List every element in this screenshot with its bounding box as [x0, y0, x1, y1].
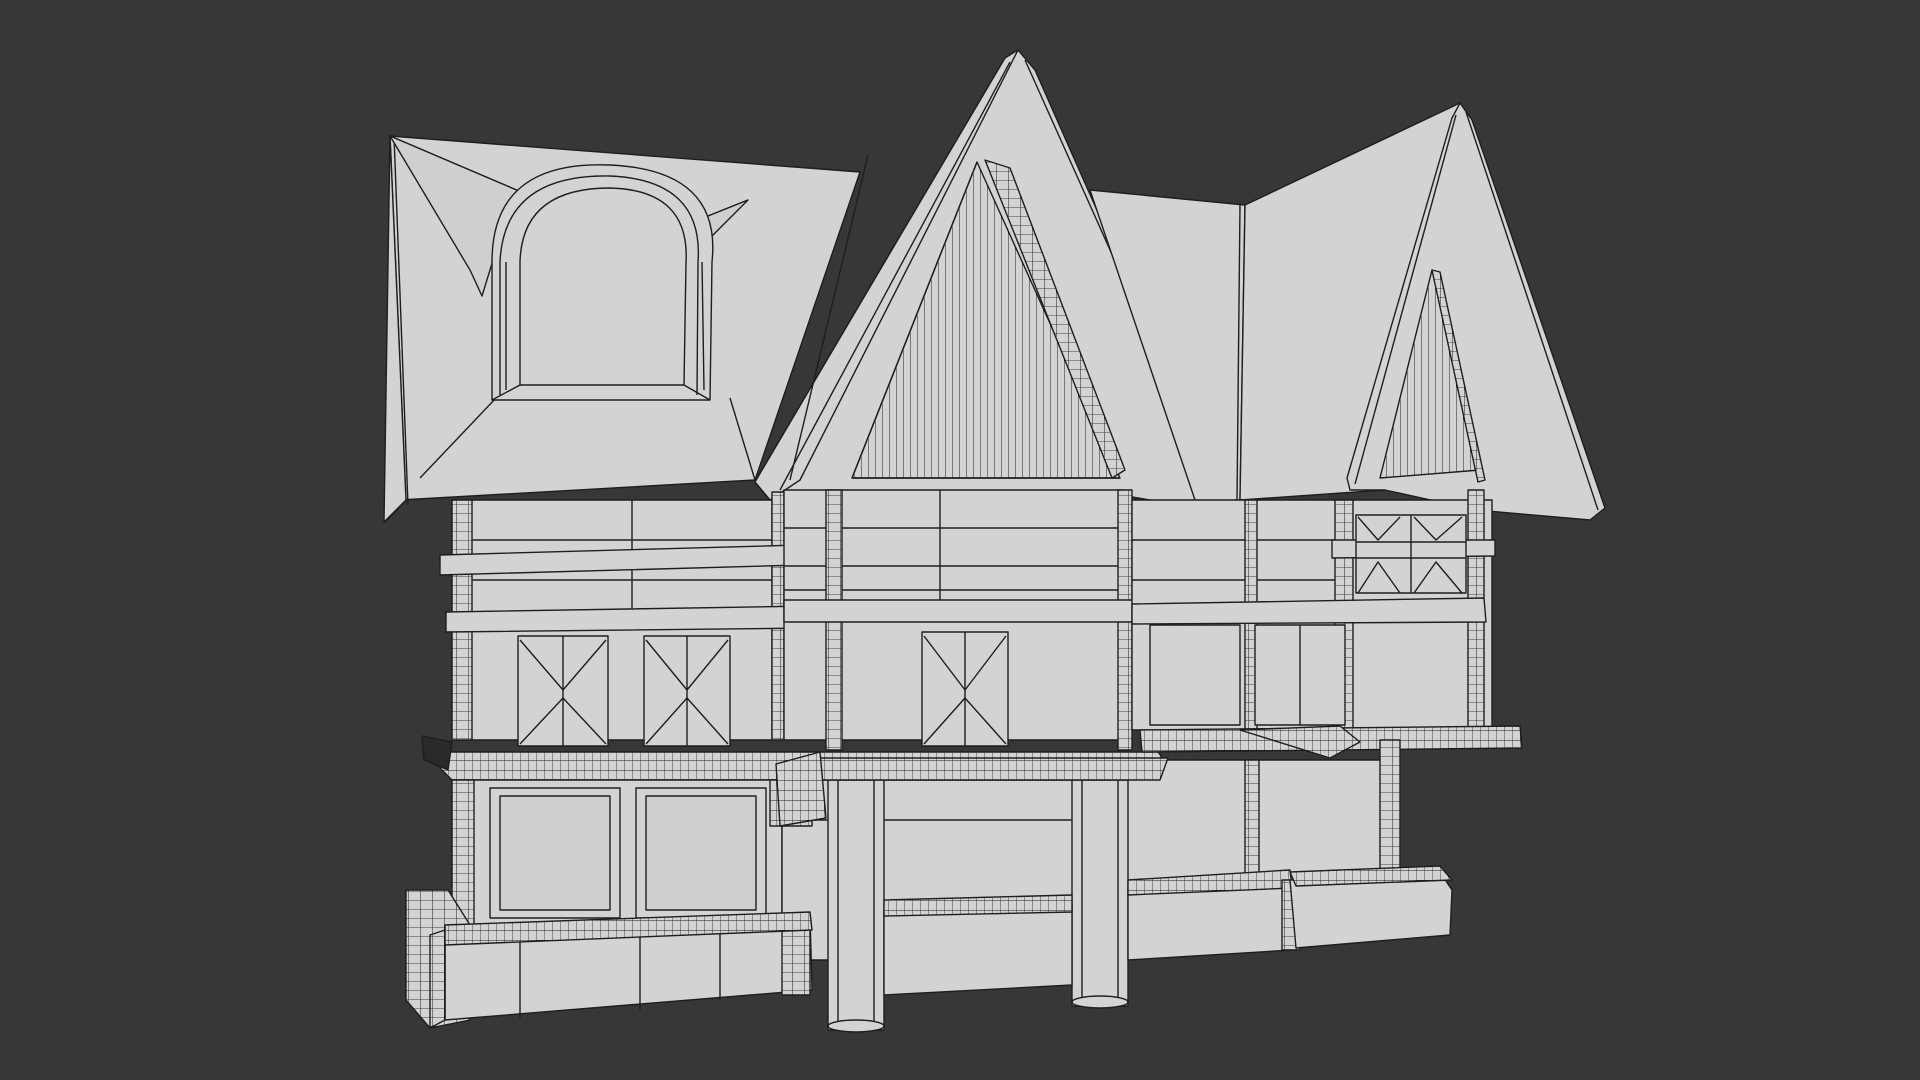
porch-stair: [775, 751, 827, 827]
right-upper-windows: [1355, 514, 1467, 594]
house-model-render: [383, 49, 1606, 1033]
dormer-window: [491, 164, 714, 401]
upper-floor-left: [439, 491, 813, 741]
3d-viewport[interactable]: [0, 0, 1920, 1080]
